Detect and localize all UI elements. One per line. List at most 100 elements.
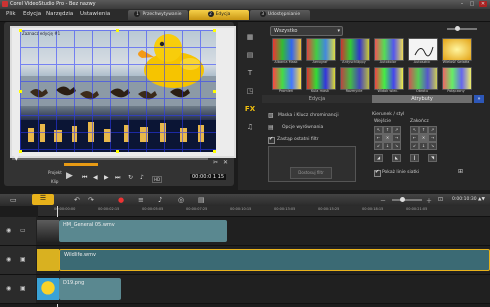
play-button[interactable]: ▶ [66, 171, 73, 181]
playhead-icon[interactable]: ▼ [14, 155, 19, 162]
filter-thumb[interactable] [306, 67, 336, 90]
collapse-icon[interactable]: » [474, 95, 484, 103]
minimize-button[interactable]: – [458, 1, 466, 7]
split-icon[interactable]: ✂ [213, 159, 218, 166]
show-grid-checkbox[interactable] [374, 169, 381, 177]
direction-button[interactable]: ↙ [410, 142, 419, 150]
direction-button[interactable]: ↖ [410, 126, 419, 134]
tab-share[interactable]: 3 Udostępnianie [250, 10, 310, 20]
scrub-bar[interactable] [12, 158, 208, 160]
filter-thumb[interactable] [442, 67, 472, 90]
direction-button[interactable]: ↓ [419, 142, 428, 150]
track-visibility-icon[interactable]: ◉ [6, 227, 11, 234]
filter-thumb[interactable] [442, 38, 472, 61]
tab-edit-options[interactable]: Edycja [262, 95, 372, 103]
clip-thumbnail[interactable] [37, 278, 59, 300]
menu-settings[interactable]: Ustawienia [80, 11, 110, 17]
graphics-icon[interactable]: ◳ [244, 87, 256, 97]
direction-button[interactable]: → [392, 134, 401, 142]
filter-thumb[interactable] [272, 67, 302, 90]
timeline-view-icon[interactable]: ☰ [32, 194, 54, 205]
menu-edit[interactable]: Edycja [23, 11, 41, 17]
filter-fx-icon[interactable]: FX [244, 105, 256, 115]
replace-filter-checkbox[interactable] [268, 136, 275, 144]
filter-thumb[interactable] [408, 38, 438, 61]
clip-label[interactable]: Klip [51, 179, 58, 184]
hd-toggle[interactable]: HD [152, 176, 163, 183]
filter-thumb[interactable] [306, 38, 336, 61]
track-visibility-icon[interactable]: ◉ [6, 256, 11, 263]
menu-tools[interactable]: Narzędzia [46, 11, 73, 17]
tab-capture[interactable]: 1 Przechwytywanie [128, 10, 188, 20]
direction-button[interactable]: ← [410, 134, 419, 142]
grid-settings-icon[interactable]: ⊞ [458, 168, 463, 175]
filter-thumb[interactable] [408, 67, 438, 90]
direction-button[interactable]: ↘ [392, 142, 401, 150]
filter-thumb[interactable] [374, 38, 404, 61]
direction-button[interactable]: ✕ [419, 134, 428, 142]
clip-thumbnail[interactable] [37, 220, 59, 242]
zoom-slider[interactable] [392, 199, 422, 201]
auto-music-icon[interactable]: ♪ [158, 196, 162, 204]
filter-thumb[interactable] [272, 38, 302, 61]
direction-button[interactable]: ↙ [374, 142, 383, 150]
custom-filter-button[interactable]: Dostosuj filtr [290, 167, 332, 179]
tab-edit[interactable]: 2 Edycja [189, 10, 249, 20]
filter-thumb[interactable] [374, 67, 404, 90]
direction-button[interactable]: ↓ [383, 142, 392, 150]
fade-button[interactable]: ◥ [428, 154, 437, 162]
resize-handle[interactable] [19, 29, 22, 32]
fade-in-button[interactable]: ◢ [374, 154, 383, 162]
zoom-knob[interactable] [400, 197, 405, 202]
maximize-button[interactable]: □ [468, 1, 476, 7]
menu-file[interactable]: Plik [6, 11, 16, 17]
title-icon[interactable]: T [244, 69, 256, 79]
resize-handle[interactable] [116, 29, 119, 32]
direction-button[interactable]: ✕ [383, 134, 392, 142]
resize-handle[interactable] [213, 29, 216, 32]
direction-button[interactable]: ↖ [374, 126, 383, 134]
mixer-icon[interactable]: ≡ [138, 196, 144, 204]
cut-icon[interactable]: ✕ [223, 159, 228, 166]
thumb-size-slider[interactable] [447, 28, 477, 30]
slider-knob[interactable] [455, 26, 460, 31]
alignment-options-button[interactable]: Opcje wyrównania [282, 125, 323, 130]
fit-project-icon[interactable]: ⊡ [438, 196, 443, 203]
storyboard-view-icon[interactable]: ▭ [10, 196, 17, 204]
direction-button[interactable]: ↘ [428, 142, 437, 150]
direction-button[interactable]: ← [374, 134, 383, 142]
timeline-ruler[interactable]: 00:00:00:00 00:00:02:15 00:00:05:05 00:0… [38, 206, 490, 217]
timeline-clip[interactable]: D19.png [59, 278, 121, 300]
fade-out-button[interactable]: ◣ [392, 154, 401, 162]
zoom-out-icon[interactable]: － [380, 196, 386, 205]
filter-thumb[interactable] [340, 67, 370, 90]
timecode[interactable]: 00:00:0 1 15 [190, 174, 226, 180]
timeline-clip[interactable]: HM_General 05.wmv [59, 220, 227, 242]
direction-button[interactable]: ↗ [392, 126, 401, 134]
mask-chroma-button[interactable]: Maska i Klucz chrominancji [278, 113, 339, 118]
video-frame[interactable] [20, 30, 216, 152]
end-icon[interactable]: ⏭ [115, 174, 120, 182]
rewind-icon[interactable]: ⏮ [82, 174, 87, 182]
clip-thumbnail[interactable] [37, 249, 59, 271]
trim-range[interactable] [64, 163, 98, 166]
resize-handle[interactable] [213, 90, 216, 93]
project-label[interactable]: Projekt [48, 170, 62, 175]
audio-icon[interactable]: ♫ [244, 123, 256, 133]
pause-button[interactable]: ‖ [410, 154, 419, 162]
direction-button[interactable]: ↑ [383, 126, 392, 134]
zoom-in-icon[interactable]: ＋ [426, 196, 432, 205]
resize-handle[interactable] [19, 150, 22, 153]
resize-handle[interactable] [116, 150, 119, 153]
volume-icon[interactable]: ♪ [140, 174, 144, 181]
close-button[interactable]: ✕ [479, 1, 487, 7]
motion-tracking-icon[interactable]: ◎ [178, 196, 184, 204]
category-select[interactable]: Wszystko ▾ [270, 26, 343, 36]
direction-button[interactable]: ↗ [428, 126, 437, 134]
timeline-clip[interactable]: Wildlife.wmv [59, 249, 490, 271]
subtitle-icon[interactable]: ▤ [198, 196, 205, 204]
media-icon[interactable]: ▦ [244, 33, 256, 43]
tab-attributes[interactable]: Atrybuty [372, 95, 472, 103]
track-visibility-icon[interactable]: ◉ [6, 285, 11, 292]
filter-thumb[interactable] [340, 38, 370, 61]
